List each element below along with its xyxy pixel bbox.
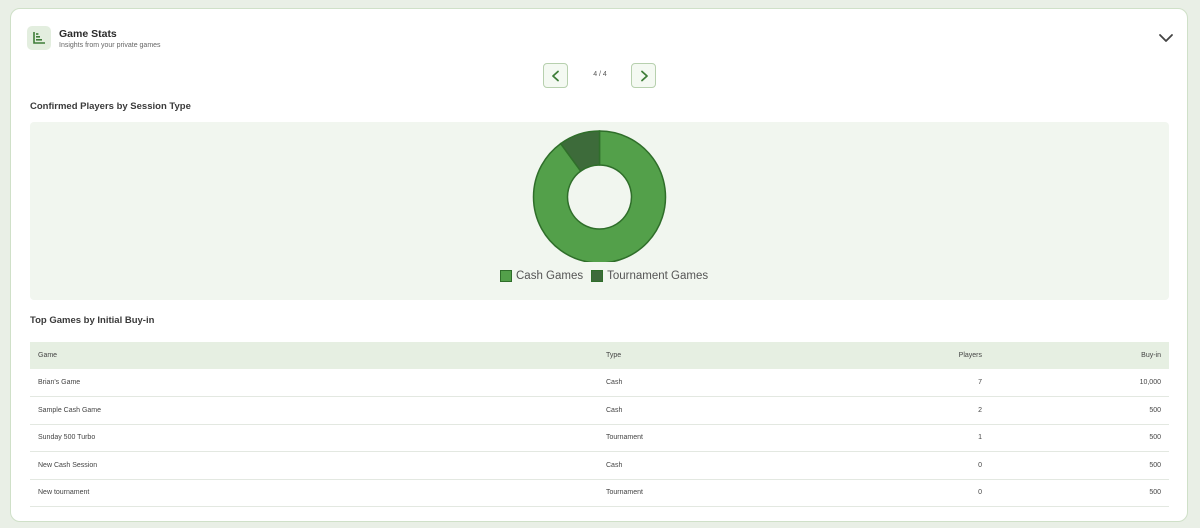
cell-game: Sample Cash Game — [30, 396, 598, 425]
table-row: New Cash Session Cash 0 500 — [30, 451, 1169, 480]
top-games-table: Game Type Players Buy-in Brian's Game Ca… — [30, 342, 1169, 507]
cell-players: 2 — [848, 396, 990, 425]
bar-chart-icon — [27, 26, 51, 50]
donut-chart — [532, 130, 667, 264]
cell-type: Cash — [598, 396, 848, 425]
cell-buy-in: 500 — [990, 396, 1169, 425]
table-row: New tournament Tournament 0 500 — [30, 479, 1169, 507]
previous-page-button[interactable] — [543, 63, 568, 88]
table-header-row: Game Type Players Buy-in — [30, 342, 1169, 369]
cell-players: 0 — [848, 479, 990, 507]
cell-players: 1 — [848, 424, 990, 452]
page-indicator: 4 / 4 — [593, 71, 607, 78]
cell-players: 7 — [848, 369, 990, 397]
cell-buy-in: 500 — [990, 479, 1169, 507]
legend-label-tournament: Tournament Games — [607, 270, 709, 282]
legend-swatch-cash — [500, 270, 512, 282]
cell-buy-in: 500 — [990, 424, 1169, 452]
next-page-button[interactable] — [631, 63, 656, 88]
cell-type: Tournament — [598, 424, 848, 452]
chevron-down-icon — [1159, 34, 1173, 42]
chart-legend: Cash Games Tournament Games — [500, 270, 712, 282]
column-header-game: Game — [38, 352, 58, 359]
cell-game: Sunday 500 Turbo — [30, 424, 598, 452]
game-stats-card: Game Stats Insights from your private ga… — [10, 8, 1188, 522]
column-header-type: Type — [606, 352, 622, 359]
legend-swatch-tournament — [591, 270, 604, 282]
table-row: Sample Cash Game Cash 2 500 — [30, 396, 1169, 425]
cell-buy-in: 10,000 — [990, 369, 1169, 397]
chart-area: Cash Games Tournament Games — [30, 122, 1169, 300]
legend-label-cash: Cash Games — [516, 270, 584, 282]
collapse-toggle-button[interactable] — [1158, 30, 1174, 46]
legend-item-cash[interactable]: Cash Games — [500, 270, 583, 282]
cell-buy-in: 500 — [990, 451, 1169, 480]
column-header-players: Players — [958, 352, 982, 359]
table-section-title: Top Games by Initial Buy-in — [30, 315, 155, 326]
cell-type: Cash — [598, 451, 848, 480]
chevron-right-icon — [640, 70, 648, 81]
page-subtitle: Insights from your private games — [59, 42, 161, 49]
cell-type: Tournament — [598, 479, 848, 507]
page-title: Game Stats — [59, 28, 117, 40]
column-header-buy-in: Buy-in — [1141, 352, 1161, 359]
cell-game: Brian's Game — [30, 369, 598, 397]
chart-section-title: Confirmed Players by Session Type — [30, 101, 191, 112]
cell-game: New tournament — [30, 479, 598, 507]
chevron-left-icon — [551, 70, 559, 81]
cell-game: New Cash Session — [30, 451, 598, 480]
cell-type: Cash — [598, 369, 848, 397]
cell-players: 0 — [848, 451, 990, 480]
table-row: Brian's Game Cash 7 10,000 — [30, 369, 1169, 397]
legend-item-tournament[interactable]: Tournament Games — [591, 270, 708, 282]
table-row: Sunday 500 Turbo Tournament 1 500 — [30, 424, 1169, 452]
